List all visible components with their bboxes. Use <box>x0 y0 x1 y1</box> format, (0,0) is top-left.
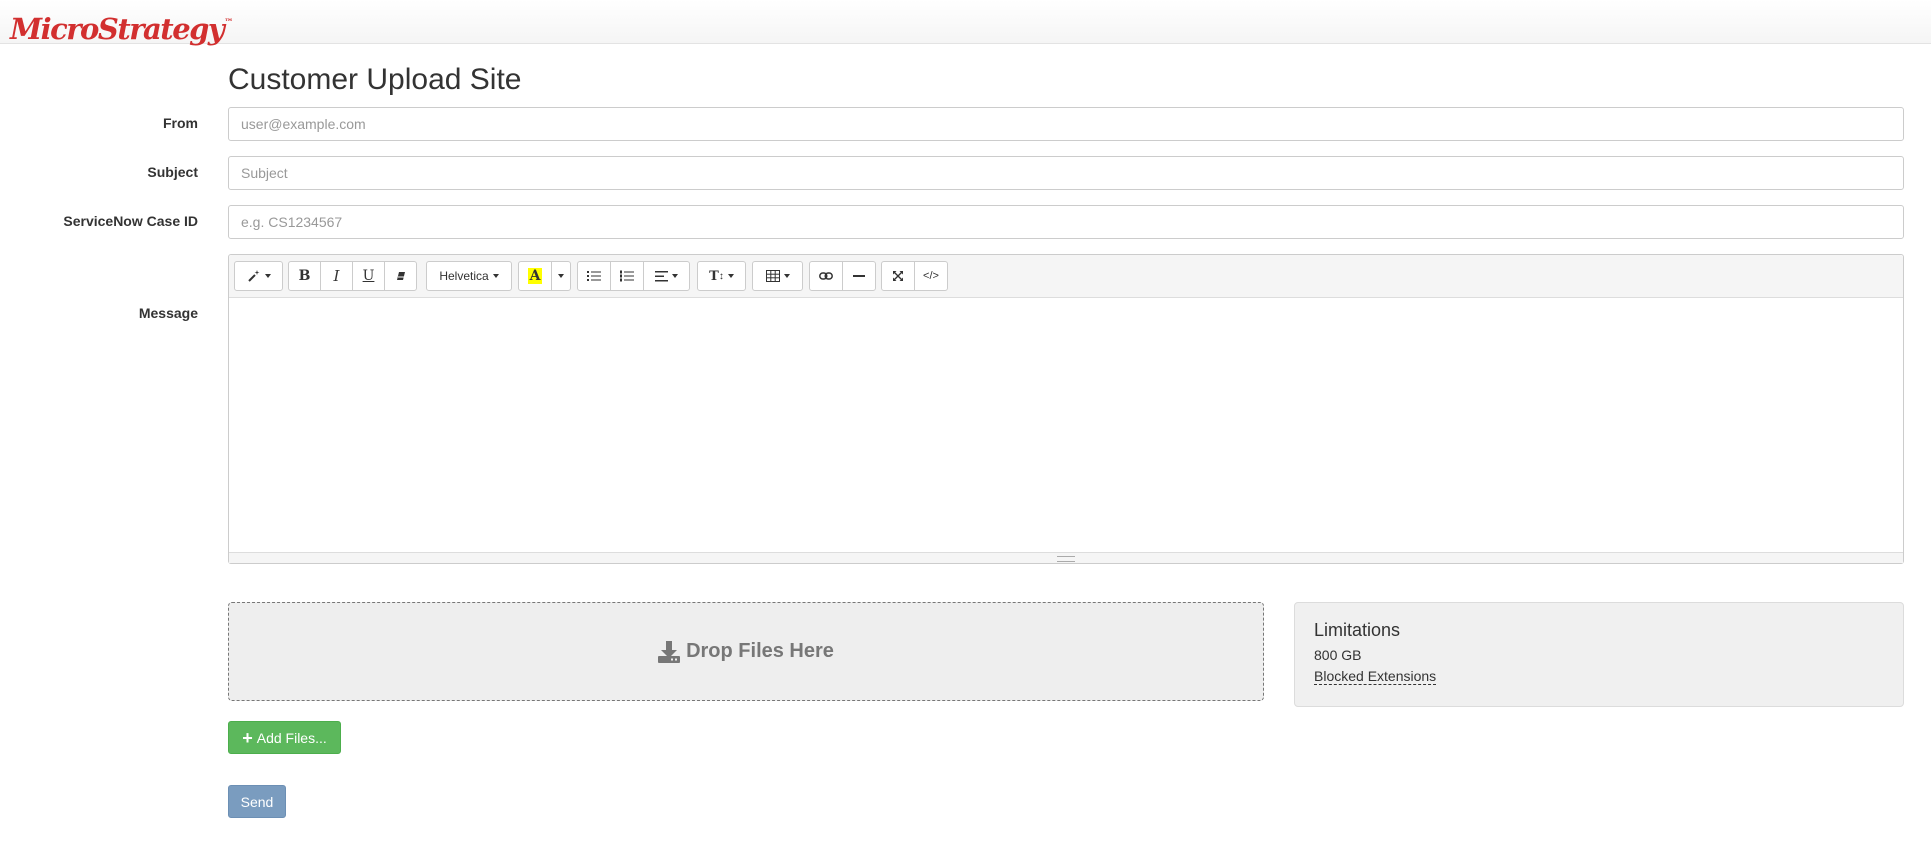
fullscreen-button[interactable] <box>881 261 915 291</box>
line-height-dropdown[interactable]: T ↕ <box>697 261 746 291</box>
top-navbar: MicroStrategy™ <box>0 0 1931 47</box>
chevron-down-icon <box>727 274 734 278</box>
page-title: Customer Upload Site <box>228 63 522 96</box>
table-dropdown[interactable] <box>752 261 803 291</box>
editor-toolbar: B I U Helvetica A T ↕ </> <box>229 255 1903 298</box>
italic-label: I <box>333 267 340 285</box>
chevron-down-icon <box>558 274 564 278</box>
style-dropdown[interactable] <box>234 261 283 291</box>
unordered-list-button[interactable] <box>577 261 611 291</box>
eraser-icon <box>396 272 405 280</box>
code-view-label: </> <box>923 270 939 282</box>
fullscreen-icon <box>893 271 903 281</box>
ordered-list-button[interactable] <box>610 261 644 291</box>
brand-text: MicroStrategy <box>10 12 225 46</box>
italic-button[interactable]: I <box>320 261 353 291</box>
from-label: From <box>163 115 198 131</box>
bold-button[interactable]: B <box>288 261 321 291</box>
chevron-down-icon <box>783 274 790 278</box>
line-height-arrows: ↕ <box>718 270 724 282</box>
bold-label: B <box>298 268 311 284</box>
add-files-label: Add Files... <box>256 729 327 746</box>
chevron-down-icon <box>672 274 678 278</box>
download-icon <box>658 640 681 663</box>
microstrategy-logo[interactable]: MicroStrategy™ <box>10 5 233 47</box>
size-limit: 800 GB <box>1314 647 1362 663</box>
brand-trademark: ™ <box>224 18 234 28</box>
message-label: Message <box>138 305 198 321</box>
underline-button[interactable]: U <box>352 261 385 291</box>
send-button[interactable]: Send <box>228 785 286 818</box>
chevron-down-icon <box>264 274 271 278</box>
paragraph-align-dropdown[interactable] <box>643 261 690 291</box>
magic-wand-icon <box>247 270 259 282</box>
link-button[interactable] <box>809 261 843 291</box>
case-id-label: ServiceNow Case ID <box>63 213 198 229</box>
case-id-field[interactable] <box>228 205 1904 239</box>
subject-field[interactable] <box>228 156 1904 190</box>
blocked-extensions-link[interactable]: Blocked Extensions <box>1314 668 1437 685</box>
file-drop-zone[interactable]: Drop Files Here <box>228 602 1264 701</box>
plus-icon: + <box>242 727 253 748</box>
highlight-label: A <box>527 268 543 284</box>
add-files-button[interactable]: + Add Files... <box>228 721 341 754</box>
horizontal-rule-icon <box>853 275 865 277</box>
color-dropdown[interactable] <box>551 261 571 291</box>
highlight-color-button[interactable]: A <box>518 261 552 291</box>
chevron-down-icon <box>492 274 499 278</box>
font-family-dropdown[interactable]: Helvetica <box>426 261 512 291</box>
font-family-label: Helvetica <box>439 269 489 283</box>
ordered-list-icon <box>620 270 634 282</box>
drop-zone-label: Drop Files Here <box>686 640 834 662</box>
unordered-list-icon <box>587 271 601 281</box>
line-height-label: T <box>709 268 719 284</box>
limitations-panel: Limitations 800 GB Blocked Extensions <box>1294 602 1904 707</box>
message-textarea[interactable] <box>229 298 1903 554</box>
editor-resize-handle[interactable] <box>229 552 1903 563</box>
grip-icon <box>1057 556 1075 562</box>
send-label: Send <box>240 793 274 810</box>
clear-format-button[interactable] <box>384 261 417 291</box>
code-view-button[interactable]: </> <box>914 261 948 291</box>
underline-label: U <box>362 268 375 284</box>
limitations-title: Limitations <box>1314 620 1401 640</box>
from-field[interactable] <box>228 107 1904 141</box>
message-editor: B I U Helvetica A T ↕ </> <box>228 254 1904 564</box>
subject-label: Subject <box>147 164 198 180</box>
table-icon <box>765 270 780 282</box>
align-left-icon <box>655 270 668 281</box>
horizontal-rule-button[interactable] <box>842 261 876 291</box>
link-icon <box>819 272 833 280</box>
